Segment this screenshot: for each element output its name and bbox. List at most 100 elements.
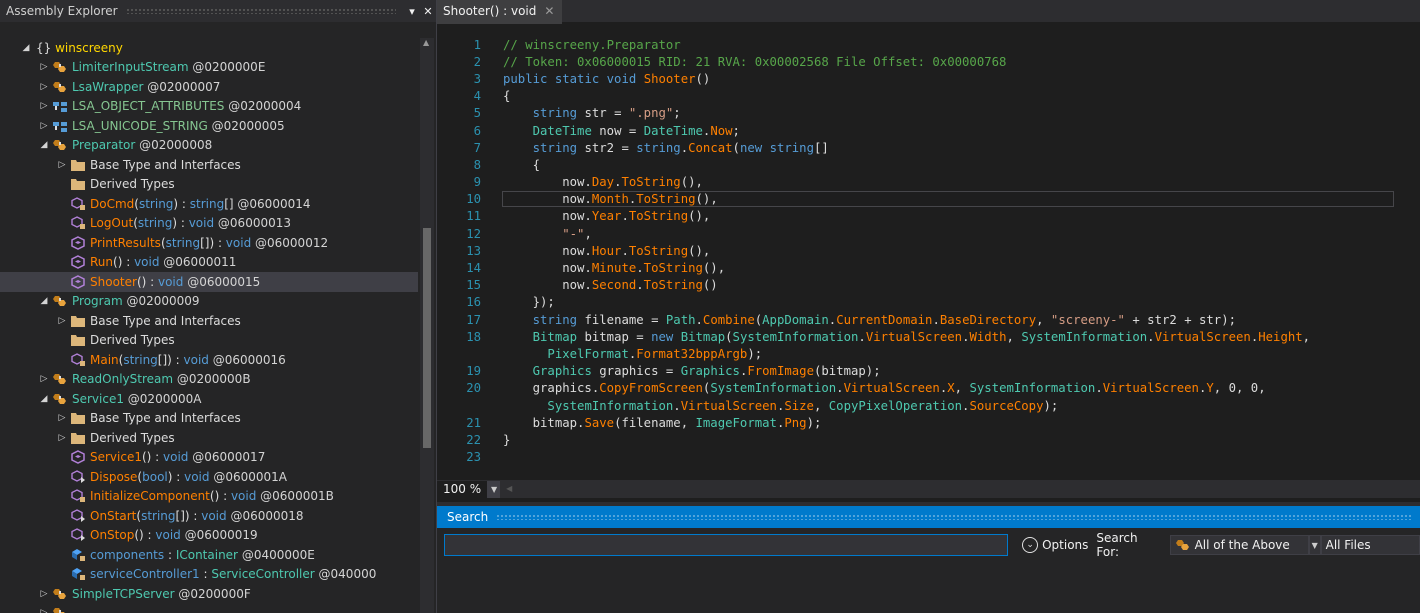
- scope-dropdown[interactable]: All Files: [1320, 535, 1420, 555]
- panel-close-icon[interactable]: ✕: [420, 5, 436, 18]
- tab-close-icon[interactable]: ✕: [544, 4, 554, 18]
- tree-node[interactable]: ◢ {} winscreeny: [0, 38, 418, 58]
- method-protected-icon: [70, 508, 86, 523]
- code-line[interactable]: 23: [437, 449, 1420, 466]
- tree-node[interactable]: ▷ Derived Types: [0, 428, 418, 448]
- code-lines[interactable]: 1 // winscreeny.Preparator 2 // Token: 0x06…: [437, 36, 1420, 466]
- expand-arrow-icon[interactable]: ▷: [38, 589, 50, 599]
- tree-node-text: LogOut: [90, 216, 134, 231]
- tree-node[interactable]: ▷ LSA_OBJECT_ATTRIBUTES @02000004: [0, 97, 418, 117]
- code-line[interactable]: 2 // Token: 0x06000015 RID: 21 RVA: 0x000…: [437, 53, 1420, 70]
- assembly-explorer-title: Assembly Explorer: [6, 4, 118, 18]
- tree-node[interactable]: Service1() : void @06000017: [0, 448, 418, 468]
- tree-node[interactable]: OnStart(string[]) : void @06000018: [0, 506, 418, 526]
- code-line[interactable]: 19 Graphics graphics = Graphics.FromImag…: [437, 363, 1420, 380]
- tree-node[interactable]: ▷ Base Type and Interfaces: [0, 409, 418, 429]
- horizontal-scrollbar[interactable]: ◀: [506, 484, 1420, 494]
- code-line[interactable]: PixelFormat.Format32bppArgb);: [437, 345, 1420, 362]
- code-line[interactable]: 3 public static void Shooter(): [437, 70, 1420, 87]
- line-number: 15: [466, 278, 481, 293]
- line-number: 12: [466, 226, 481, 241]
- expand-arrow-icon[interactable]: ▷: [56, 413, 68, 423]
- tree-node[interactable]: Main(string[]) : void @06000016: [0, 350, 418, 370]
- tree-node[interactable]: Run() : void @06000011: [0, 253, 418, 273]
- zoom-dropdown-icon[interactable]: ▼: [488, 480, 501, 498]
- tree-node[interactable]: Derived Types: [0, 175, 418, 195]
- tree-node[interactable]: PrintResults(string[]) : void @06000012: [0, 233, 418, 253]
- expand-arrow-icon[interactable]: ▷: [38, 121, 50, 131]
- search-for-dropdown[interactable]: All of the Above: [1169, 535, 1309, 555]
- options-label[interactable]: Options: [1042, 538, 1088, 552]
- expand-arrow-icon[interactable]: ▷: [38, 101, 50, 111]
- tree-node[interactable]: ▷ LsaWrapper @02000007: [0, 77, 418, 97]
- code-line[interactable]: 7 string str2 = string.Concat(new string…: [437, 139, 1420, 156]
- titlebar-grip[interactable]: [125, 8, 396, 14]
- tree-node[interactable]: serviceController1 : ServiceController @…: [0, 565, 418, 585]
- tree-scroll-thumb[interactable]: [423, 228, 431, 448]
- tree-node[interactable]: InitializeComponent() : void @0600001B: [0, 487, 418, 507]
- tab-shooter[interactable]: Shooter() : void ✕: [437, 0, 563, 24]
- tree-node[interactable]: DoCmd(string) : string[] @06000014: [0, 194, 418, 214]
- tree-node-text: OnStop: [90, 528, 135, 543]
- code-line[interactable]: 8 {: [437, 156, 1420, 173]
- tree-node[interactable]: ▷ Base Type and Interfaces: [0, 155, 418, 175]
- code-line[interactable]: 15 now.Second.ToString(): [437, 277, 1420, 294]
- expand-arrow-icon[interactable]: ▷: [56, 433, 68, 443]
- tree-node[interactable]: ▷ Base Type and Interfaces: [0, 311, 418, 331]
- expand-arrow-icon[interactable]: ▷: [38, 62, 50, 72]
- code-line[interactable]: 12 "-",: [437, 225, 1420, 242]
- code-line[interactable]: 14 now.Minute.ToString(),: [437, 259, 1420, 276]
- tree-node-text: Service1: [72, 391, 124, 406]
- tree-node[interactable]: ▷: [0, 604, 418, 613]
- tree-node[interactable]: ◢ Service1 @0200000A: [0, 389, 418, 409]
- tree-node[interactable]: LogOut(string) : void @06000013: [0, 214, 418, 234]
- tree-node[interactable]: ▷ SimpleTCPServer @0200000F: [0, 584, 418, 604]
- code-line[interactable]: SystemInformation.VirtualScreen.Size, Co…: [437, 397, 1420, 414]
- code-line[interactable]: 16 });: [437, 294, 1420, 311]
- code-line[interactable]: 6 DateTime now = DateTime.Now;: [437, 122, 1420, 139]
- zoom-level[interactable]: 100 %: [437, 480, 489, 498]
- code-line[interactable]: 1 // winscreeny.Preparator: [437, 36, 1420, 53]
- tree-node[interactable]: ▷ LSA_UNICODE_STRING @02000005: [0, 116, 418, 136]
- expand-arrow-icon[interactable]: ▷: [38, 608, 50, 613]
- expand-arrow-icon[interactable]: ▷: [38, 82, 50, 92]
- expand-arrow-icon[interactable]: ▷: [38, 374, 50, 384]
- method-icon: [70, 274, 86, 289]
- expand-arrow-icon[interactable]: ▷: [56, 316, 68, 326]
- tree-node[interactable]: ▷ LimiterInputStream @0200000E: [0, 58, 418, 78]
- tree-scrollbar[interactable]: ▲: [420, 38, 434, 613]
- class-icon: [1175, 538, 1191, 552]
- code-line[interactable]: 22}: [437, 431, 1420, 448]
- search-for-dropdown-arrow[interactable]: ▼: [1308, 535, 1321, 555]
- tree-node[interactable]: ◢ Preparator @02000008: [0, 136, 418, 156]
- expand-arrow-icon[interactable]: ▷: [56, 160, 68, 170]
- code-line[interactable]: 4{: [437, 88, 1420, 105]
- code-line[interactable]: 11 now.Year.ToString(),: [437, 208, 1420, 225]
- collapse-arrow-icon[interactable]: ◢: [20, 43, 32, 53]
- code-line[interactable]: 10 now.Month.ToString(),: [437, 191, 1420, 208]
- code-line[interactable]: 20 graphics.CopyFromScreen(SystemInforma…: [437, 380, 1420, 397]
- code-line[interactable]: 17 string filename = Path.Combine(AppDom…: [437, 311, 1420, 328]
- tree-node[interactable]: Shooter() : void @06000015: [0, 272, 418, 292]
- collapse-arrow-icon[interactable]: ◢: [38, 140, 50, 150]
- tree-node[interactable]: Derived Types: [0, 331, 418, 351]
- panel-dropdown-icon[interactable]: ▾: [404, 5, 420, 18]
- code-token: ToString: [628, 243, 689, 258]
- collapse-arrow-icon[interactable]: ◢: [38, 296, 50, 306]
- code-line[interactable]: 21 bitmap.Save(filename, ImageFormat.Png…: [437, 414, 1420, 431]
- tree-node[interactable]: ◢ Program @02000009: [0, 292, 418, 312]
- code-line[interactable]: 18 Bitmap bitmap = new Bitmap(SystemInfo…: [437, 328, 1420, 345]
- code-line[interactable]: 9 now.Day.ToString(),: [437, 174, 1420, 191]
- tree-node[interactable]: OnStop() : void @06000019: [0, 526, 418, 546]
- code-line[interactable]: 13 now.Hour.ToString(),: [437, 242, 1420, 259]
- code-line[interactable]: 5 string str = ".png";: [437, 105, 1420, 122]
- tree-node[interactable]: Dispose(bool) : void @0600001A: [0, 467, 418, 487]
- tree-node[interactable]: ▷ ReadOnlyStream @0200000B: [0, 370, 418, 390]
- options-toggle-icon[interactable]: ⌄: [1022, 537, 1039, 553]
- tree-node[interactable]: components : IContainer @0400000E: [0, 545, 418, 565]
- search-titlebar-grip[interactable]: [496, 514, 1412, 520]
- search-input[interactable]: [444, 534, 1009, 556]
- collapse-arrow-icon[interactable]: ◢: [38, 394, 50, 404]
- scroll-up-icon[interactable]: ▲: [423, 38, 429, 47]
